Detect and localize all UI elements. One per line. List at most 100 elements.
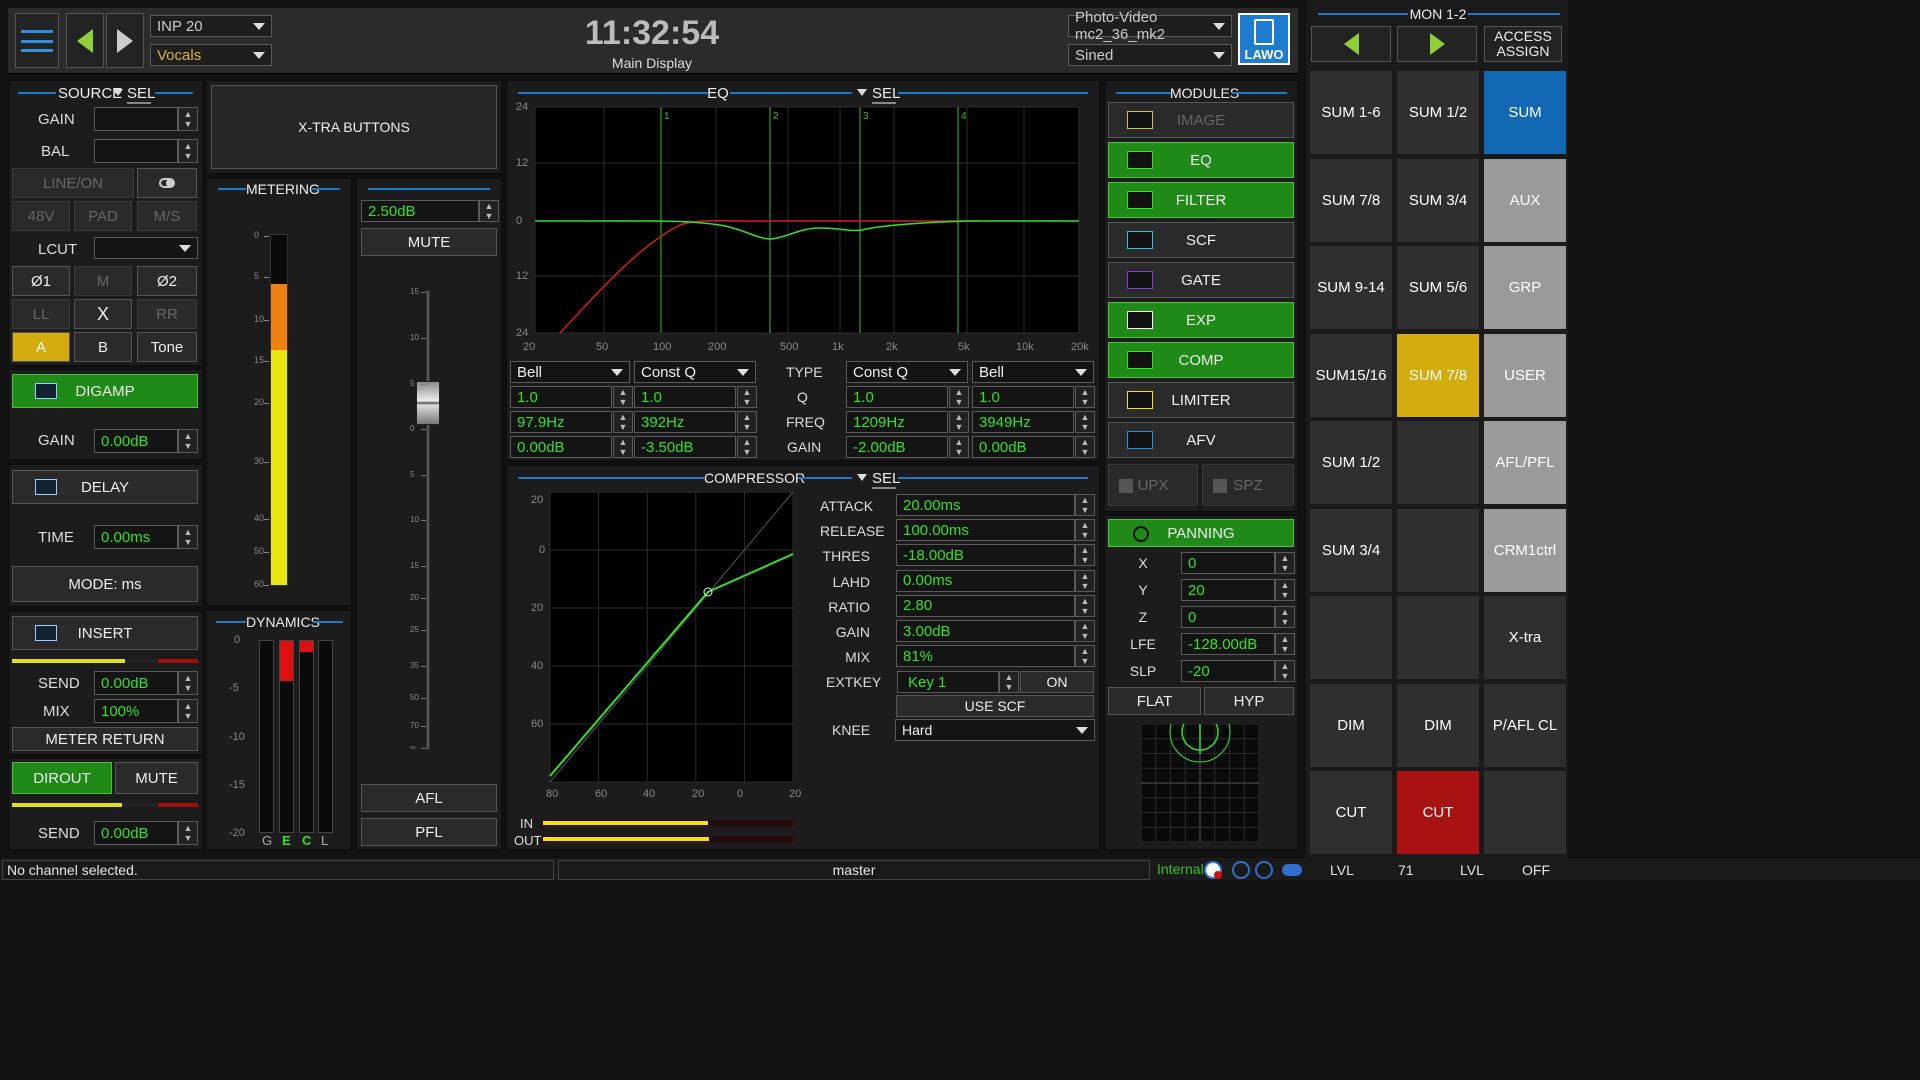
pad-button[interactable]: PAD (74, 201, 132, 231)
pan-param-field-x[interactable]: 0 (1181, 552, 1275, 574)
power-icon-1[interactable] (1232, 861, 1250, 879)
hyp-button[interactable]: HYP (1204, 687, 1294, 715)
mon-button-0-2[interactable]: SUM (1483, 70, 1567, 155)
flat-button[interactable]: FLAT (1108, 687, 1201, 715)
source-dropdown-icon[interactable] (113, 89, 123, 96)
pan-param-spinner-y[interactable]: ▲ ▼ (1275, 579, 1295, 601)
eq-gain-spinner-3[interactable]: ▲ ▼ (949, 436, 969, 458)
phase2-button[interactable]: Ø2 (137, 266, 197, 296)
module-filter-button[interactable]: FILTER (1108, 182, 1294, 218)
module-limiter-button[interactable]: LIMITER (1108, 382, 1294, 418)
insert-mix-spinner[interactable]: ▲ ▼ (178, 699, 198, 723)
comp-param-field-lahd[interactable]: 0.00ms (896, 569, 1075, 592)
mon-button-0-0[interactable]: SUM 1-6 (1309, 70, 1393, 155)
insert-button[interactable]: INSERT (12, 616, 198, 650)
eq-freq-spinner-2[interactable]: ▲ ▼ (737, 411, 757, 433)
eq-type-4[interactable]: Bell (972, 361, 1094, 383)
mon-button-5-1[interactable] (1396, 507, 1480, 593)
delay-mode-button[interactable]: MODE: ms (12, 566, 198, 602)
dirout-mute-button[interactable]: MUTE (115, 762, 198, 794)
mon-button-0-1[interactable]: SUM 1/2 (1396, 70, 1480, 155)
eq-q-field-3[interactable]: 1.0 (846, 386, 948, 408)
mon-button-1-0[interactable]: SUM 7/8 (1309, 157, 1393, 243)
b-button[interactable]: B (74, 332, 132, 362)
pan-param-spinner-x[interactable]: ▲ ▼ (1275, 552, 1295, 574)
mon-button-7-0[interactable]: DIM (1309, 682, 1393, 768)
fader-knob[interactable] (416, 381, 440, 425)
comp-param-spinner-release[interactable]: ▲ ▼ (1075, 519, 1095, 542)
insert-send-field[interactable]: 0.00dB (94, 671, 178, 695)
channel-name-field[interactable]: Vocals (150, 44, 272, 66)
mon-button-4-0[interactable]: SUM 1/2 (1309, 420, 1393, 505)
pan-param-spinner-slp[interactable]: ▲ ▼ (1275, 660, 1295, 682)
a-button[interactable]: A (12, 332, 70, 362)
comp-param-spinner-thres[interactable]: ▲ ▼ (1075, 544, 1095, 567)
eq-q-spinner-4[interactable]: ▲ ▼ (1075, 386, 1095, 408)
eq-freq-field-1[interactable]: 97.9Hz (510, 411, 612, 433)
eq-type-1[interactable]: Bell (510, 361, 630, 383)
line-on-button[interactable]: LINE/ON (12, 168, 134, 198)
mon-button-8-0[interactable]: CUT (1309, 770, 1393, 855)
spz-button[interactable]: SPZ (1202, 464, 1294, 506)
comp-param-spinner-gain[interactable]: ▲ ▼ (1075, 620, 1095, 642)
delay-time-field[interactable]: 0.00ms (94, 525, 178, 549)
digamp-gain-field[interactable]: 0.00dB (94, 429, 178, 453)
mon-button-2-2[interactable]: GRP (1483, 245, 1567, 330)
eq-gain-spinner-1[interactable]: ▲ ▼ (613, 436, 633, 458)
pan-param-field-slp[interactable]: -20 (1181, 660, 1275, 682)
eq-gain-field-1[interactable]: 0.00dB (510, 436, 612, 458)
comp-param-field-gain[interactable]: 3.00dB (896, 620, 1075, 642)
bal-spinner[interactable]: ▲ ▼ (178, 139, 198, 163)
mon-button-7-2[interactable]: P/AFL CL (1483, 682, 1567, 768)
eq-dropdown-icon[interactable] (857, 89, 867, 96)
bal-field[interactable] (94, 139, 178, 163)
knee-dropdown[interactable]: Hard (895, 719, 1095, 741)
use-scf-button[interactable]: USE SCF (896, 695, 1094, 717)
eq-type-3[interactable]: Const Q (846, 361, 968, 383)
alert-icon[interactable] (1204, 861, 1222, 879)
fader-mute-button[interactable]: MUTE (361, 228, 497, 256)
dirout-send-field[interactable]: 0.00dB (94, 821, 178, 845)
mon-button-4-1[interactable] (1396, 420, 1480, 505)
extkey-spinner[interactable]: ▲ ▼ (999, 671, 1019, 693)
mon-button-3-1[interactable]: SUM 7/8 (1396, 332, 1480, 418)
user-field[interactable]: Sined (1068, 44, 1232, 66)
fader-value-spinner[interactable]: ▲ ▼ (479, 200, 499, 222)
pan-param-field-lfe[interactable]: -128.00dB (1181, 633, 1275, 655)
eq-freq-field-3[interactable]: 1209Hz (846, 411, 948, 433)
comp-param-spinner-lahd[interactable]: ▲ ▼ (1075, 569, 1095, 592)
tone-button[interactable]: Tone (137, 332, 197, 362)
mon-button-6-0[interactable] (1309, 595, 1393, 680)
module-exp-button[interactable]: EXP (1108, 302, 1294, 338)
meter-return-button[interactable]: METER RETURN (12, 727, 198, 751)
xtra-buttons[interactable]: X-TRA BUTTONS (211, 85, 497, 169)
mon-button-2-0[interactable]: SUM 9-14 (1309, 245, 1393, 330)
gain-field[interactable] (94, 107, 178, 131)
eq-q-field-4[interactable]: 1.0 (972, 386, 1074, 408)
mon-button-3-0[interactable]: SUM15/16 (1309, 332, 1393, 418)
x-button[interactable]: X (74, 299, 132, 329)
comp-param-field-thres[interactable]: -18.00dB (896, 544, 1075, 567)
eq-graph[interactable]: 1234 (510, 100, 1100, 356)
comp-sel-button[interactable]: SEL (872, 470, 900, 489)
mon-button-1-1[interactable]: SUM 3/4 (1396, 157, 1480, 243)
mon-prev-button[interactable] (1311, 26, 1391, 62)
module-scf-button[interactable]: SCF (1108, 222, 1294, 258)
eq-freq-spinner-1[interactable]: ▲ ▼ (613, 411, 633, 433)
dirout-button[interactable]: DIROUT (12, 762, 112, 794)
dirout-send-spinner[interactable]: ▲ ▼ (178, 821, 198, 845)
upx-button[interactable]: UPX (1108, 464, 1198, 506)
mon-button-5-2[interactable]: CRM1ctrl (1483, 507, 1567, 593)
ms-button[interactable]: M/S (137, 201, 197, 231)
comp-param-field-ratio[interactable]: 2.80 (896, 594, 1075, 617)
next-channel-button[interactable] (106, 13, 144, 68)
eq-freq-field-4[interactable]: 3949Hz (972, 411, 1074, 433)
delay-time-spinner[interactable]: ▲ ▼ (178, 525, 198, 549)
eq-freq-spinner-3[interactable]: ▲ ▼ (949, 411, 969, 433)
rr-button[interactable]: RR (137, 299, 197, 329)
fader-value-field[interactable]: 2.50dB (361, 200, 479, 222)
extkey-field[interactable]: Key 1 (897, 671, 999, 693)
m-button[interactable]: M (74, 266, 132, 296)
module-image-button[interactable]: IMAGE (1108, 102, 1294, 138)
ll-button[interactable]: LL (12, 299, 70, 329)
